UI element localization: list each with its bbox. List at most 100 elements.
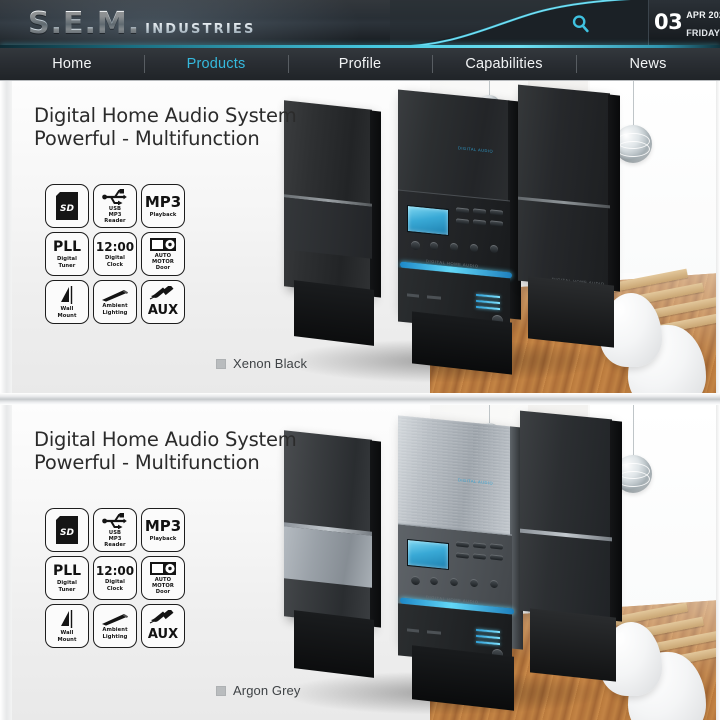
feature-caption-ambient: Ambient Lighting bbox=[102, 627, 128, 640]
panel-right-gutter bbox=[716, 81, 720, 393]
feature-wall-mount[interactable]: Wall Mount bbox=[45, 604, 89, 648]
product-panel-argon-grey: DIGITAL AUDIO DIGITAL HOME AUDIO Digital… bbox=[0, 405, 720, 720]
sd-card-icon: SD bbox=[54, 191, 80, 221]
product-panel-xenon-black: DIGITAL AUDIO DIGITAL HOME AUDIO Digital… bbox=[0, 81, 720, 393]
feature-mp3-playback[interactable]: MP3 Playback bbox=[141, 508, 185, 552]
nav-item-capabilities[interactable]: Capabilities bbox=[432, 48, 576, 80]
date-weekday: FRIDAY bbox=[686, 27, 720, 38]
left-speaker-stand bbox=[294, 610, 374, 678]
nav-label-news: News bbox=[629, 56, 667, 72]
left-speaker-lower bbox=[284, 197, 372, 259]
feature-caption-clock: Digital Clock bbox=[104, 255, 126, 268]
right-speaker-edge bbox=[610, 420, 622, 622]
usb-icon bbox=[102, 512, 128, 529]
feature-sd-card[interactable]: SD bbox=[45, 508, 89, 552]
nav-item-profile[interactable]: Profile bbox=[288, 48, 432, 80]
auto-motor-door-icon bbox=[149, 561, 177, 576]
feature-caption-wall: Wall Mount bbox=[57, 630, 77, 643]
date-detail: APR 202 FRIDAY bbox=[686, 5, 720, 40]
feature-usb-mp3-reader[interactable]: USB MP3 Reader bbox=[93, 508, 137, 552]
control-knob[interactable] bbox=[470, 243, 478, 253]
main-unit-stand bbox=[412, 645, 514, 711]
feature-icon-grid-2: SD USB MP3 Reader MP3 Playback PLL Digit… bbox=[45, 508, 185, 648]
svg-text:SD: SD bbox=[60, 204, 74, 214]
main-navigation: Home Products Profile Capabilities News bbox=[0, 48, 720, 81]
control-knob[interactable] bbox=[430, 241, 438, 251]
feature-sd-card[interactable]: SD bbox=[45, 184, 89, 228]
usb-icon bbox=[102, 188, 128, 205]
feature-auto-motor-door[interactable]: AUTO MOTOR Door bbox=[141, 232, 185, 276]
date-day: 03 bbox=[654, 10, 683, 34]
control-knob[interactable] bbox=[411, 240, 420, 251]
nav-label-capabilities: Capabilities bbox=[465, 56, 543, 72]
nav-item-products[interactable]: Products bbox=[144, 48, 288, 80]
nav-label-profile: Profile bbox=[338, 56, 382, 72]
site-header: S.E.M. INDUSTRIES 03 APR 202 FRIDAY bbox=[0, 0, 720, 48]
stereo-system-black: DIGITAL AUDIO DIGITAL HOME AUDIO bbox=[270, 84, 690, 389]
product-title-block-2: Digital Home Audio System Powerful - Mul… bbox=[34, 428, 297, 474]
panel-left-gutter bbox=[0, 405, 12, 720]
date-month-year: APR 202 bbox=[686, 10, 720, 21]
product-title-line1: Digital Home Audio System bbox=[34, 104, 297, 127]
product-title-block-1: Digital Home Audio System Powerful - Mul… bbox=[34, 104, 297, 150]
feature-usb-mp3-reader[interactable]: USB MP3 Reader bbox=[93, 184, 137, 228]
product-title-line2: Powerful - Multifunction bbox=[34, 450, 260, 474]
control-knob[interactable] bbox=[411, 575, 420, 586]
right-speaker-grey bbox=[520, 410, 612, 620]
pll-tuner-icon: PLL bbox=[52, 563, 82, 580]
feature-caption-wall: Wall Mount bbox=[57, 306, 77, 319]
page-root: S.E.M. INDUSTRIES 03 APR 202 FRIDAY Home bbox=[0, 0, 720, 720]
feature-mp3-playback[interactable]: MP3 Playback bbox=[141, 184, 185, 228]
nav-item-home[interactable]: Home bbox=[0, 48, 144, 80]
feature-aux-input[interactable]: AUX bbox=[141, 280, 185, 324]
color-swatch-icon bbox=[216, 685, 226, 696]
control-knob[interactable] bbox=[470, 578, 478, 588]
feature-caption-door: AUTO MOTOR Door bbox=[151, 252, 174, 272]
color-variant-row-2[interactable]: Argon Grey bbox=[216, 683, 300, 698]
right-speaker-black bbox=[518, 84, 610, 290]
feature-caption-pll: Digital Tuner bbox=[56, 256, 78, 269]
aux-jack-icon bbox=[148, 610, 178, 626]
feature-pll-digital-tuner[interactable]: PLL Digital Tuner bbox=[45, 556, 89, 600]
feature-digital-clock[interactable]: 12:00 Digital Clock bbox=[93, 556, 137, 600]
logo-secondary-text: INDUSTRIES bbox=[145, 22, 256, 37]
feature-ambient-lighting[interactable]: Ambient Lighting bbox=[93, 604, 137, 648]
control-knob[interactable] bbox=[450, 242, 458, 252]
panel-divider bbox=[0, 393, 720, 405]
feature-icon-grid-1: SD USB MP3 Reader MP3 Playback PLL Digit… bbox=[45, 184, 185, 324]
control-knob[interactable] bbox=[490, 579, 498, 589]
feature-aux-input[interactable]: AUX bbox=[141, 604, 185, 648]
aux-jack-icon bbox=[148, 286, 178, 302]
panel-left-gutter bbox=[0, 81, 12, 393]
control-knob[interactable] bbox=[430, 576, 438, 586]
control-knob[interactable] bbox=[490, 244, 498, 254]
svg-text:SD: SD bbox=[60, 528, 74, 538]
nav-label-home: Home bbox=[52, 56, 92, 72]
product-title-line2: Powerful - Multifunction bbox=[34, 126, 260, 150]
wall-mount-icon bbox=[58, 285, 76, 305]
date-display: 03 APR 202 FRIDAY bbox=[648, 0, 720, 45]
control-knob[interactable] bbox=[450, 577, 458, 587]
feature-pll-digital-tuner[interactable]: PLL Digital Tuner bbox=[45, 232, 89, 276]
site-logo[interactable]: S.E.M. INDUSTRIES bbox=[28, 6, 256, 41]
feature-ambient-lighting[interactable]: Ambient Lighting bbox=[93, 280, 137, 324]
search-icon[interactable] bbox=[570, 13, 592, 35]
feature-wall-mount[interactable]: Wall Mount bbox=[45, 280, 89, 324]
left-speaker-lower-silver bbox=[284, 526, 372, 588]
feature-digital-clock[interactable]: 12:00 Digital Clock bbox=[93, 232, 137, 276]
aux-label: AUX bbox=[147, 627, 179, 642]
color-variant-label: Argon Grey bbox=[233, 683, 301, 698]
feature-caption-usb: USB MP3 Reader bbox=[104, 529, 126, 549]
aux-label: AUX bbox=[147, 303, 179, 318]
nav-item-news[interactable]: News bbox=[576, 48, 720, 80]
ambient-lighting-icon bbox=[100, 288, 130, 302]
mp3-playback-icon: MP3 bbox=[144, 517, 182, 536]
sd-card-icon: SD bbox=[54, 515, 80, 545]
auto-motor-door-icon bbox=[149, 237, 177, 252]
logo-primary-text: S.E.M. bbox=[28, 6, 141, 41]
color-variant-row-1[interactable]: Xenon Black bbox=[216, 356, 307, 371]
pll-tuner-icon: PLL bbox=[52, 239, 82, 256]
lcd-display bbox=[407, 538, 449, 571]
feature-caption-usb: USB MP3 Reader bbox=[104, 205, 126, 225]
feature-auto-motor-door[interactable]: AUTO MOTOR Door bbox=[141, 556, 185, 600]
